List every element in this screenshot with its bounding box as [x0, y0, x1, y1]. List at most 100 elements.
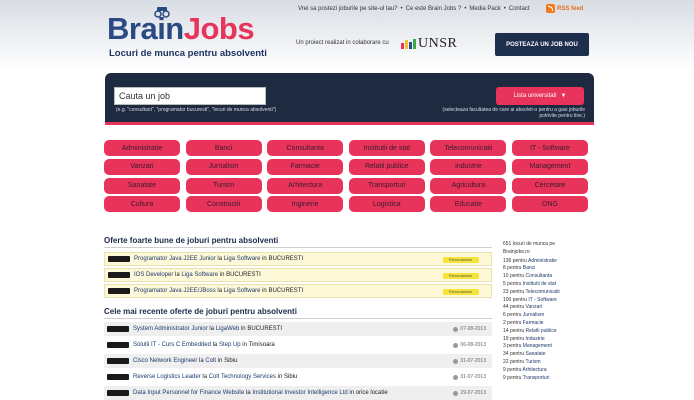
job-company[interactable]: Liga Software	[181, 272, 218, 278]
sidebar-item-link[interactable]: Management	[523, 343, 552, 349]
sidebar-item-link[interactable]: Jurnalism	[523, 312, 544, 318]
sidebar-item-link[interactable]: IT - Software	[528, 297, 557, 303]
featured-heading: Oferte foarte bune de joburi pentru abso…	[104, 236, 279, 245]
sidebar-item-link[interactable]: Banci	[523, 265, 536, 271]
job-city: orice locatie	[355, 390, 388, 396]
divider	[104, 247, 492, 248]
rss-link[interactable]: RSS feed	[546, 4, 583, 13]
job-company[interactable]: Step Up	[219, 342, 241, 348]
job-date: 06-08-2013	[453, 342, 486, 348]
top-link-media-pack[interactable]: Media Pack	[469, 6, 500, 12]
unsr-logo-icon	[401, 39, 416, 49]
job-company[interactable]: Liga Software	[224, 256, 261, 262]
job-title[interactable]: Programator Java J2EE/JBoss	[134, 288, 216, 294]
category-button[interactable]: Educatie	[430, 196, 507, 213]
recent-job-row[interactable]: System Administrator Junior la LigaWeb i…	[104, 322, 492, 336]
featured-job-row[interactable]: Programator Java J2EE/JBoss la Liga Soft…	[104, 284, 492, 298]
sidebar-item-link[interactable]: Arhitectura	[522, 367, 546, 373]
job-date: 29-07-2013	[453, 390, 486, 396]
job-title[interactable]: Data Input Personnel for Finance Website	[133, 390, 244, 396]
category-button[interactable]: Farmacie	[267, 158, 344, 175]
recent-job-row[interactable]: Solutii IT - Curs C Embedded la Step Up …	[104, 338, 492, 352]
sidebar-item-count: 100 pentru	[503, 296, 527, 303]
sidebar-item-link[interactable]: Sanatate	[526, 351, 546, 357]
sidebar-item-count: 34 pentru	[503, 351, 525, 358]
category-button[interactable]: Logistica	[348, 196, 425, 213]
recent-job-row[interactable]: Cisco Network Engineer la Colt in Sibiu …	[104, 354, 492, 368]
job-company[interactable]: Institutional Investor Intelligence Ltd	[252, 390, 347, 396]
job-company[interactable]: LigaWeb	[216, 326, 240, 332]
sidebar-item-link[interactable]: Vanzari	[526, 304, 543, 310]
category-button[interactable]: IT - Software	[511, 140, 588, 156]
category-button[interactable]: Vanzari	[104, 158, 180, 175]
sidebar-item-link[interactable]: Farmacie	[523, 320, 544, 326]
sidebar-item: 3 pentru Management	[503, 343, 589, 351]
category-button[interactable]: Inginerie	[267, 196, 344, 213]
sidebar-item-link[interactable]: Telecomunicatii	[525, 289, 559, 295]
featured-job-row[interactable]: Programator Java J2EE Junior la Liga Sof…	[104, 252, 492, 266]
job-title[interactable]: Cisco Network Engineer	[133, 358, 197, 364]
top-link-contact[interactable]: Contact	[509, 6, 530, 12]
rss-icon	[546, 4, 555, 13]
category-button[interactable]: Consultanta	[267, 140, 344, 156]
category-button[interactable]: Management	[511, 158, 588, 175]
sidebar-item-count: 5 pentru	[503, 280, 522, 287]
sidebar-item-link[interactable]: Transporturi	[523, 375, 550, 381]
partner-logo[interactable]: UNSR	[401, 36, 457, 52]
category-button[interactable]: Cultura	[104, 196, 180, 213]
clock-icon	[453, 374, 459, 380]
category-button[interactable]: Turism	[185, 177, 262, 194]
sidebar-item-link[interactable]: Industrie	[526, 336, 545, 342]
post-job-button[interactable]: POSTEAZA UN JOB NOU	[495, 33, 589, 56]
top-links: Vrei sa postezi joburile pe site-ul tau?…	[298, 6, 533, 12]
sidebar-intro: 651 locuri de munca pe Brainjobs.ro	[503, 241, 555, 255]
job-company[interactable]: Liga Software	[224, 288, 261, 294]
category-button[interactable]: Transporturi	[348, 177, 425, 194]
top-link-embed[interactable]: Vrei sa postezi joburile pe site-ul tau?	[298, 6, 398, 12]
category-button[interactable]: Agricultura	[430, 177, 507, 194]
job-title[interactable]: Reverse Logistics Leader	[133, 374, 201, 380]
sidebar-item-link[interactable]: Turism	[525, 359, 540, 365]
category-button[interactable]: Cercetare	[511, 177, 588, 194]
sidebar-item-link[interactable]: Relatii publice	[526, 328, 557, 334]
job-city: Sibiu	[224, 358, 238, 364]
category-button[interactable]: Industrie	[430, 158, 507, 175]
category-button[interactable]: Jurnalism	[185, 158, 262, 175]
job-title[interactable]: Programator Java J2EE Junior	[134, 256, 216, 262]
glasses-icon	[154, 7, 170, 18]
sidebar-item-link[interactable]: Administratie	[528, 258, 557, 264]
category-grid: Administratie Banci Consultanta Institut…	[104, 140, 588, 213]
sidebar-item-count: 136 pentru	[503, 257, 527, 264]
featured-job-row[interactable]: IOS Developer la Liga Software in BUCURE…	[104, 268, 492, 282]
universities-dropdown[interactable]: Lista universitati ▼	[496, 87, 584, 105]
category-button[interactable]: Relatii publice	[348, 158, 425, 175]
job-company[interactable]: Colt Technology Services	[209, 374, 276, 380]
job-company[interactable]: Colt	[205, 358, 216, 364]
recent-job-row[interactable]: Data Input Personnel for Finance Website…	[104, 386, 492, 400]
job-title[interactable]: System Administrator Junior	[133, 326, 208, 332]
category-button[interactable]: Banci	[185, 140, 262, 156]
job-date-label: 31-07-2013	[460, 358, 486, 364]
job-date-label: 06-08-2013	[460, 342, 486, 348]
job-city: BUCURESTI	[268, 288, 304, 294]
top-link-about[interactable]: Ce este Brain Jobs ?	[406, 6, 462, 12]
category-button[interactable]: Arhitectura	[267, 177, 344, 194]
sidebar-item-link[interactable]: Institutii de stat	[523, 281, 556, 287]
sidebar-item: 10 pentru Consultanta	[503, 273, 589, 281]
job-city: BUCURESTI	[226, 272, 261, 278]
job-title[interactable]: Solutii IT - Curs C Embedded	[133, 342, 211, 348]
recent-job-row[interactable]: Reverse Logistics Leader la Colt Technol…	[104, 370, 492, 384]
category-button[interactable]: Constructii	[185, 196, 262, 213]
recent-heading: Cele mai recente oferte de joburi pentru…	[104, 307, 297, 316]
category-button[interactable]: Sanatate	[104, 177, 180, 194]
sidebar-item-count: 19 pentru	[503, 335, 525, 342]
search-input[interactable]: Cauta un job	[114, 87, 266, 105]
logo[interactable]: BrainJobs	[107, 7, 255, 44]
job-title[interactable]: IOS Developer	[134, 272, 173, 278]
sidebar-item-link[interactable]: Consultanta	[526, 273, 553, 279]
category-button[interactable]: Telecomunicatii	[430, 140, 507, 156]
category-button[interactable]: Institutii de stat	[348, 140, 425, 156]
category-button[interactable]: Administratie	[104, 140, 180, 156]
clock-icon	[453, 358, 459, 364]
category-button[interactable]: ONG	[511, 196, 588, 213]
